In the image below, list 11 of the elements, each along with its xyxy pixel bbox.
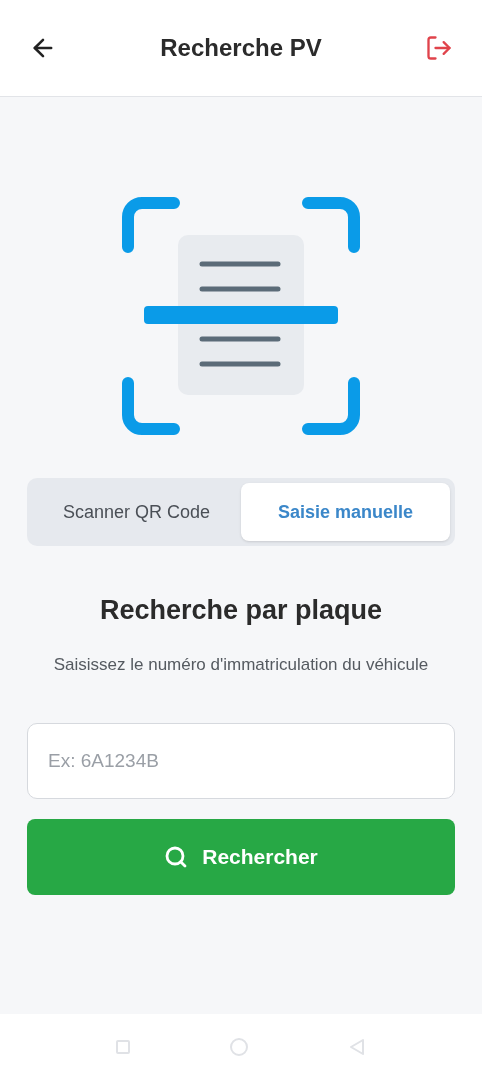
mode-tab[interactable]: Saisie manuelle (241, 483, 450, 541)
mode-tab[interactable]: Scanner QR Code (32, 483, 241, 541)
recent-apps-icon[interactable] (116, 1040, 130, 1054)
home-icon[interactable] (230, 1038, 248, 1056)
search-button[interactable]: Rechercher (27, 818, 455, 895)
plate-input-field[interactable]: Ex: 6A1234B (27, 722, 455, 799)
section-heading: Recherche par plaque (99, 594, 383, 627)
instruction-text: Saisissez le numéro d'immatriculation du véhicule (52, 653, 430, 676)
page-title: Recherche PV (160, 33, 322, 63)
search-icon (164, 844, 189, 869)
back-icon[interactable] (348, 1038, 366, 1056)
